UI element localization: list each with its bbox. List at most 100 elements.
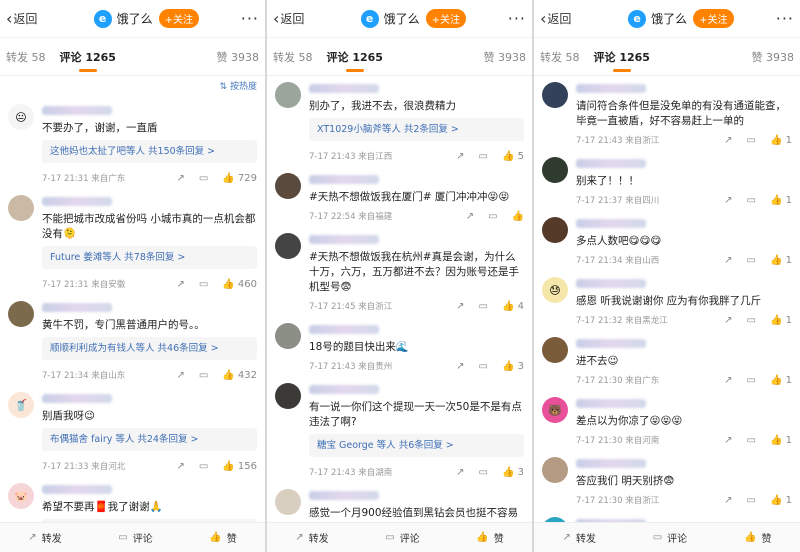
username-blurred[interactable]	[576, 339, 646, 348]
like-bottom-button[interactable]: 👍 赞	[476, 530, 503, 545]
username-blurred[interactable]	[309, 491, 379, 500]
more-icon[interactable]: ···	[241, 9, 259, 28]
share-icon[interactable]: ↗	[466, 211, 474, 222]
avatar[interactable]	[8, 301, 34, 327]
like-bottom-button[interactable]: 👍 赞	[744, 530, 771, 545]
username-blurred[interactable]	[42, 303, 112, 312]
back-button[interactable]: ‹ 返回	[273, 10, 325, 27]
avatar[interactable]	[275, 82, 301, 108]
avatar[interactable]: 😐	[8, 104, 34, 130]
share-icon[interactable]: ↗	[724, 255, 732, 266]
follow-button[interactable]: +关注	[425, 9, 467, 28]
tab-comments[interactable]: 评论 1265	[594, 49, 650, 72]
reply-icon[interactable]: ▭	[479, 467, 488, 478]
back-button[interactable]: ‹ 返回	[6, 10, 58, 27]
avatar[interactable]	[542, 217, 568, 243]
share-icon[interactable]: ↗	[176, 370, 184, 381]
share-icon[interactable]: ↗	[456, 151, 464, 162]
username-blurred[interactable]	[576, 159, 646, 168]
like-button[interactable]: 👍 5	[502, 151, 524, 162]
username-blurred[interactable]	[309, 84, 379, 93]
reply-icon[interactable]: ▭	[747, 195, 756, 206]
username-blurred[interactable]	[576, 84, 646, 93]
reply-summary-link[interactable]: 顺顺利利成为有钱人等人 共46条回复 >	[42, 337, 257, 360]
username-blurred[interactable]	[309, 175, 379, 184]
account-header[interactable]: e 饿了么 +关注	[592, 9, 770, 28]
username-blurred[interactable]	[42, 197, 112, 206]
username-blurred[interactable]	[576, 459, 646, 468]
reply-icon[interactable]: ▭	[199, 370, 208, 381]
username-blurred[interactable]	[42, 106, 112, 115]
tab-likes[interactable]: 赞 3938	[217, 49, 260, 65]
username-blurred[interactable]	[309, 385, 379, 394]
like-button[interactable]: 👍 3	[502, 361, 524, 372]
reply-icon[interactable]: ▭	[747, 375, 756, 386]
like-bottom-button[interactable]: 👍 赞	[209, 530, 236, 545]
like-button[interactable]: 👍 460	[222, 279, 257, 290]
avatar[interactable]: 😓	[542, 277, 568, 303]
like-button[interactable]: 👍 1	[770, 375, 792, 386]
reply-summary-link[interactable]: 布偶猫舍 fairy 等人 共24条回复 >	[42, 428, 257, 451]
username-blurred[interactable]	[576, 399, 646, 408]
tab-comments[interactable]: 评论 1265	[60, 49, 116, 72]
account-header[interactable]: e 饿了么 +关注	[58, 9, 235, 28]
more-icon[interactable]: ···	[776, 9, 794, 28]
avatar[interactable]	[542, 457, 568, 483]
repost-button[interactable]: ↗ 转发	[562, 530, 595, 545]
avatar[interactable]	[542, 157, 568, 183]
share-icon[interactable]: ↗	[724, 135, 732, 146]
repost-button[interactable]: ↗ 转发	[295, 530, 328, 545]
like-button[interactable]: 👍 4	[502, 301, 524, 312]
like-button[interactable]: 👍 1	[770, 315, 792, 326]
share-icon[interactable]: ↗	[456, 467, 464, 478]
username-blurred[interactable]	[576, 219, 646, 228]
avatar[interactable]: 🐻	[542, 397, 568, 423]
avatar[interactable]	[8, 195, 34, 221]
like-button[interactable]: 👍 1	[770, 135, 792, 146]
tab-likes[interactable]: 赞 3938	[484, 49, 527, 65]
tab-repost[interactable]: 转发 58	[540, 49, 580, 65]
share-icon[interactable]: ↗	[724, 315, 732, 326]
more-icon[interactable]: ···	[508, 9, 526, 28]
tab-repost[interactable]: 转发 58	[6, 49, 46, 65]
avatar[interactable]	[275, 489, 301, 515]
like-button[interactable]: 👍	[512, 211, 524, 222]
like-button[interactable]: 👍 1	[770, 195, 792, 206]
reply-icon[interactable]: ▭	[747, 435, 756, 446]
account-header[interactable]: e 饿了么 +关注	[325, 9, 502, 28]
reply-icon[interactable]: ▭	[479, 151, 488, 162]
like-button[interactable]: 👍 3	[502, 467, 524, 478]
tab-repost[interactable]: 转发 58	[273, 49, 313, 65]
avatar[interactable]	[275, 233, 301, 259]
tab-comments[interactable]: 评论 1265	[327, 49, 383, 72]
username-blurred[interactable]	[309, 325, 379, 334]
username-blurred[interactable]	[42, 485, 112, 494]
like-button[interactable]: 👍 1	[770, 255, 792, 266]
reply-icon[interactable]: ▭	[488, 211, 497, 222]
username-blurred[interactable]	[42, 394, 112, 403]
share-icon[interactable]: ↗	[176, 461, 184, 472]
username-blurred[interactable]	[309, 235, 379, 244]
avatar[interactable]	[542, 82, 568, 108]
avatar[interactable]	[275, 173, 301, 199]
reply-icon[interactable]: ▭	[479, 361, 488, 372]
avatar[interactable]: 🥤	[8, 392, 34, 418]
like-button[interactable]: 👍 432	[222, 370, 257, 381]
reply-summary-link[interactable]: Future 姜滩等人 共78条回复 >	[42, 246, 257, 269]
reply-icon[interactable]: ▭	[479, 301, 488, 312]
username-blurred[interactable]	[576, 279, 646, 288]
share-icon[interactable]: ↗	[456, 361, 464, 372]
reply-icon[interactable]: ▭	[747, 135, 756, 146]
share-icon[interactable]: ↗	[724, 495, 732, 506]
share-icon[interactable]: ↗	[176, 279, 184, 290]
like-button[interactable]: 👍 156	[222, 461, 257, 472]
reply-summary-link[interactable]: 糖宝 George 等人 共6条回复 >	[309, 434, 524, 457]
reply-summary-link[interactable]: 这他妈也太扯了吧等人 共150条回复 >	[42, 140, 257, 163]
avatar[interactable]: 🐷	[8, 483, 34, 509]
share-icon[interactable]: ↗	[176, 173, 184, 184]
share-icon[interactable]: ↗	[456, 301, 464, 312]
reply-icon[interactable]: ▭	[199, 173, 208, 184]
share-icon[interactable]: ↗	[724, 375, 732, 386]
reply-icon[interactable]: ▭	[747, 315, 756, 326]
follow-button[interactable]: +关注	[693, 9, 734, 28]
